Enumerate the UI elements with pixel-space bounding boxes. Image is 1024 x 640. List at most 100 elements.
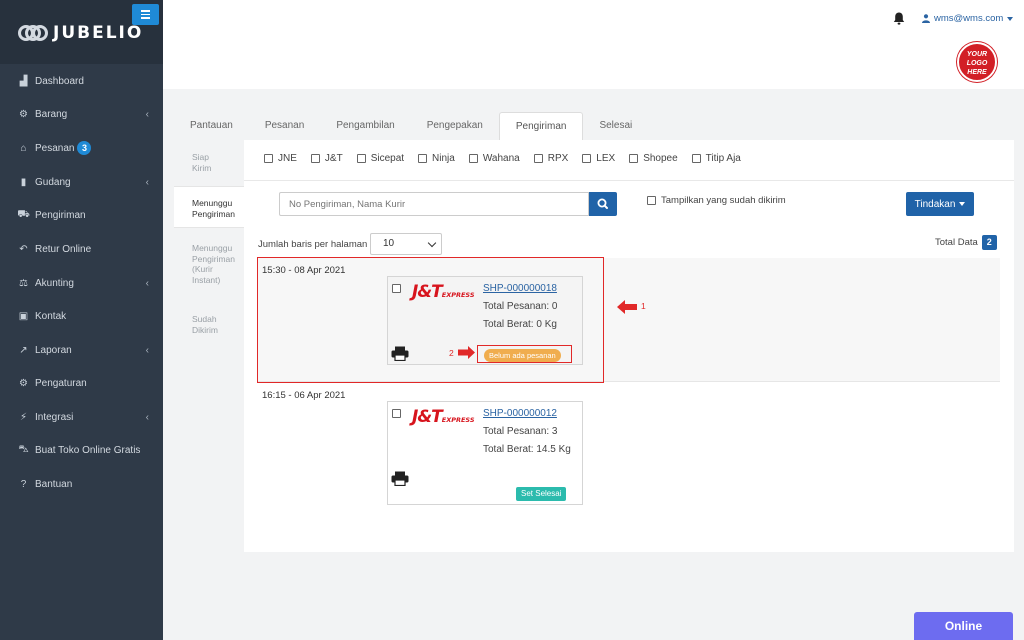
arrow-right-icon [458,346,475,359]
id-card-icon: ▣ [18,310,29,322]
workflow-tabs: Pantauan Pesanan Pengambilan Pengepakan Peng… [174,112,648,140]
jubelio-rings-icon [18,23,48,43]
cart-icon: ⛍ [18,443,29,455]
annotation-label: 1 [641,301,646,311]
search-button[interactable] [589,192,617,216]
jnt-express-logo: J&TEXPRESS [412,407,475,427]
shipment-checkbox[interactable] [392,409,401,418]
courier-label: JNE [278,153,297,164]
cogs-icon: ⚙ [19,377,28,389]
show-sent-checkbox[interactable] [647,196,656,205]
jubelio-logo[interactable]: JUBELIO [18,23,143,43]
tab-selesai[interactable]: Selesai [583,112,648,140]
sidebar-item-pengaturan[interactable]: ⚙ Pengaturan [0,373,163,393]
brand-header: JUBELIO [0,0,163,64]
courier-filter-ninja[interactable]: Ninja [418,153,455,164]
set-selesai-button[interactable]: Set Selesai [516,487,567,501]
line-chart-icon: ↗ [19,344,28,356]
action-dropdown-button[interactable]: Tindakan [906,192,974,216]
top-bar: wms@wms.com YOUR LOGO HERE [163,0,1024,89]
courier-filter-titip-aja[interactable]: Titip Aja [691,153,741,164]
sidebar-item-integrasi[interactable]: ⚡ Integrasi ‹ [0,407,163,427]
reply-icon: ↶ [19,243,28,255]
sidebar: JUBELIO ▟ Dashboard ⚙ Barang ‹ ⌂ Pesanan 3 ▮ Guda… [0,0,163,640]
courier-filter-lex[interactable]: LEX [582,153,615,164]
tab-pengepakan[interactable]: Pengepakan [411,112,499,140]
courier-filter-wahana[interactable]: Wahana [468,153,520,164]
total-label: Total Data [935,237,978,248]
tab-pengambilan[interactable]: Pengambilan [320,112,410,140]
sidebar-item-retur-online[interactable]: ↶ Retur Online [0,239,163,259]
user-menu[interactable]: wms@wms.com [922,13,1014,24]
shipment-id-link[interactable]: SHP-000000012 [483,408,557,419]
sidebar-item-buat-toko-online-gratis[interactable]: ⛍ Buat Toko Online Gratis [0,440,163,460]
sidebar-item-label: Akunting [35,277,74,289]
logo-text-line: YOUR [966,51,988,58]
sidebar-item-laporan[interactable]: ↗ Laporan ‹ [0,340,163,360]
courier-filter-sicepat[interactable]: Sicepat [356,153,405,164]
sidebar-item-dashboard[interactable]: ▟ Dashboard [0,71,163,91]
subnav-menunggu-instant[interactable]: Menunggu Pengiriman (Kurir Instant) [192,243,235,285]
total-orders: Total Pesanan: 0 [483,301,558,312]
user-email: wms@wms.com [934,13,1004,24]
courier-label: Shopee [643,153,678,164]
courier-filter-j-t[interactable]: J&T [310,153,343,164]
courier-checkbox[interactable] [310,154,320,163]
sidebar-item-gudang[interactable]: ▮ Gudang ‹ [0,172,163,192]
printer-icon[interactable] [391,471,409,486]
highlight-box [477,345,572,363]
bell-icon[interactable] [893,12,905,25]
courier-checkbox[interactable] [629,154,639,163]
courier-filter-jne[interactable]: JNE [264,153,297,164]
sidebar-item-bantuan[interactable]: ? Bantuan [0,474,163,494]
sidebar-item-barang[interactable]: ⚙ Barang ‹ [0,104,163,124]
courier-filters: JNE J&T Sicepat Ninja Wahana RPX LEX Shopee Titi… [264,153,755,164]
courier-filter-shopee[interactable]: Shopee [629,153,678,164]
logo-text-line: HERE [967,69,987,76]
printer-icon[interactable] [391,346,409,361]
courier-checkbox[interactable] [418,154,428,163]
rows-per-page-select[interactable]: 10 [370,233,442,255]
courier-checkbox[interactable] [582,154,592,163]
shipment-checkbox[interactable] [392,284,401,293]
tab-pengiriman[interactable]: Pengiriman [498,112,584,140]
courier-checkbox[interactable] [264,154,273,163]
courier-filter-rpx[interactable]: RPX [533,153,568,164]
shipment-id-link[interactable]: SHP-000000018 [483,283,557,294]
rows-per-page-value: 10 [383,238,395,249]
search-icon [597,198,608,209]
sidebar-item-akunting[interactable]: ⚖ Akunting ‹ [0,273,163,293]
chevron-left-icon: ‹ [145,344,149,356]
courier-checkbox[interactable] [691,154,701,163]
logo-text-line: LOGO [966,60,988,67]
courier-label: Sicepat [370,153,405,164]
bicycle-icon: ⚙ [19,108,28,120]
sidebar-item-label: Pesanan [35,142,75,154]
tab-pesanan[interactable]: Pesanan [249,112,320,140]
online-chat-button[interactable]: Online [914,612,1013,640]
action-label: Tindakan [914,198,956,210]
total-weight: Total Berat: 14.5 Kg [483,444,571,455]
sidebar-item-pesanan[interactable]: ⌂ Pesanan 3 [0,138,163,158]
courier-checkbox[interactable] [356,154,366,163]
sidebar-item-kontak[interactable]: ▣ Kontak [0,306,163,326]
basket-icon: ⌂ [20,142,27,154]
subnav-menunggu-pengiriman[interactable]: Menunggu Pengiriman [174,186,244,228]
balance-scale-icon: ⚖ [19,277,28,289]
user-icon [922,14,930,23]
subnav-sudah-dikirim[interactable]: Sudah Dikirim [192,314,218,335]
chevron-left-icon: ‹ [145,411,149,423]
total-count-badge: 2 [981,235,997,250]
tab-pantauan[interactable]: Pantauan [174,112,249,140]
show-sent-toggle[interactable]: Tampilkan yang sudah dikirim [647,195,786,206]
sidebar-item-pengiriman[interactable]: ⛟ Pengiriman [0,205,163,225]
courier-label: LEX [596,153,616,164]
courier-checkbox[interactable] [468,154,478,163]
company-logo: YOUR LOGO HERE [957,42,997,82]
truck-icon: ⛟ [17,208,30,220]
search-input[interactable] [279,192,589,216]
subnav-siap-kirim[interactable]: Siap Kirim [192,152,211,173]
courier-checkbox[interactable] [533,154,543,163]
hamburger-menu-icon[interactable] [132,4,159,25]
show-sent-label: Tampilkan yang sudah dikirim [661,195,786,206]
